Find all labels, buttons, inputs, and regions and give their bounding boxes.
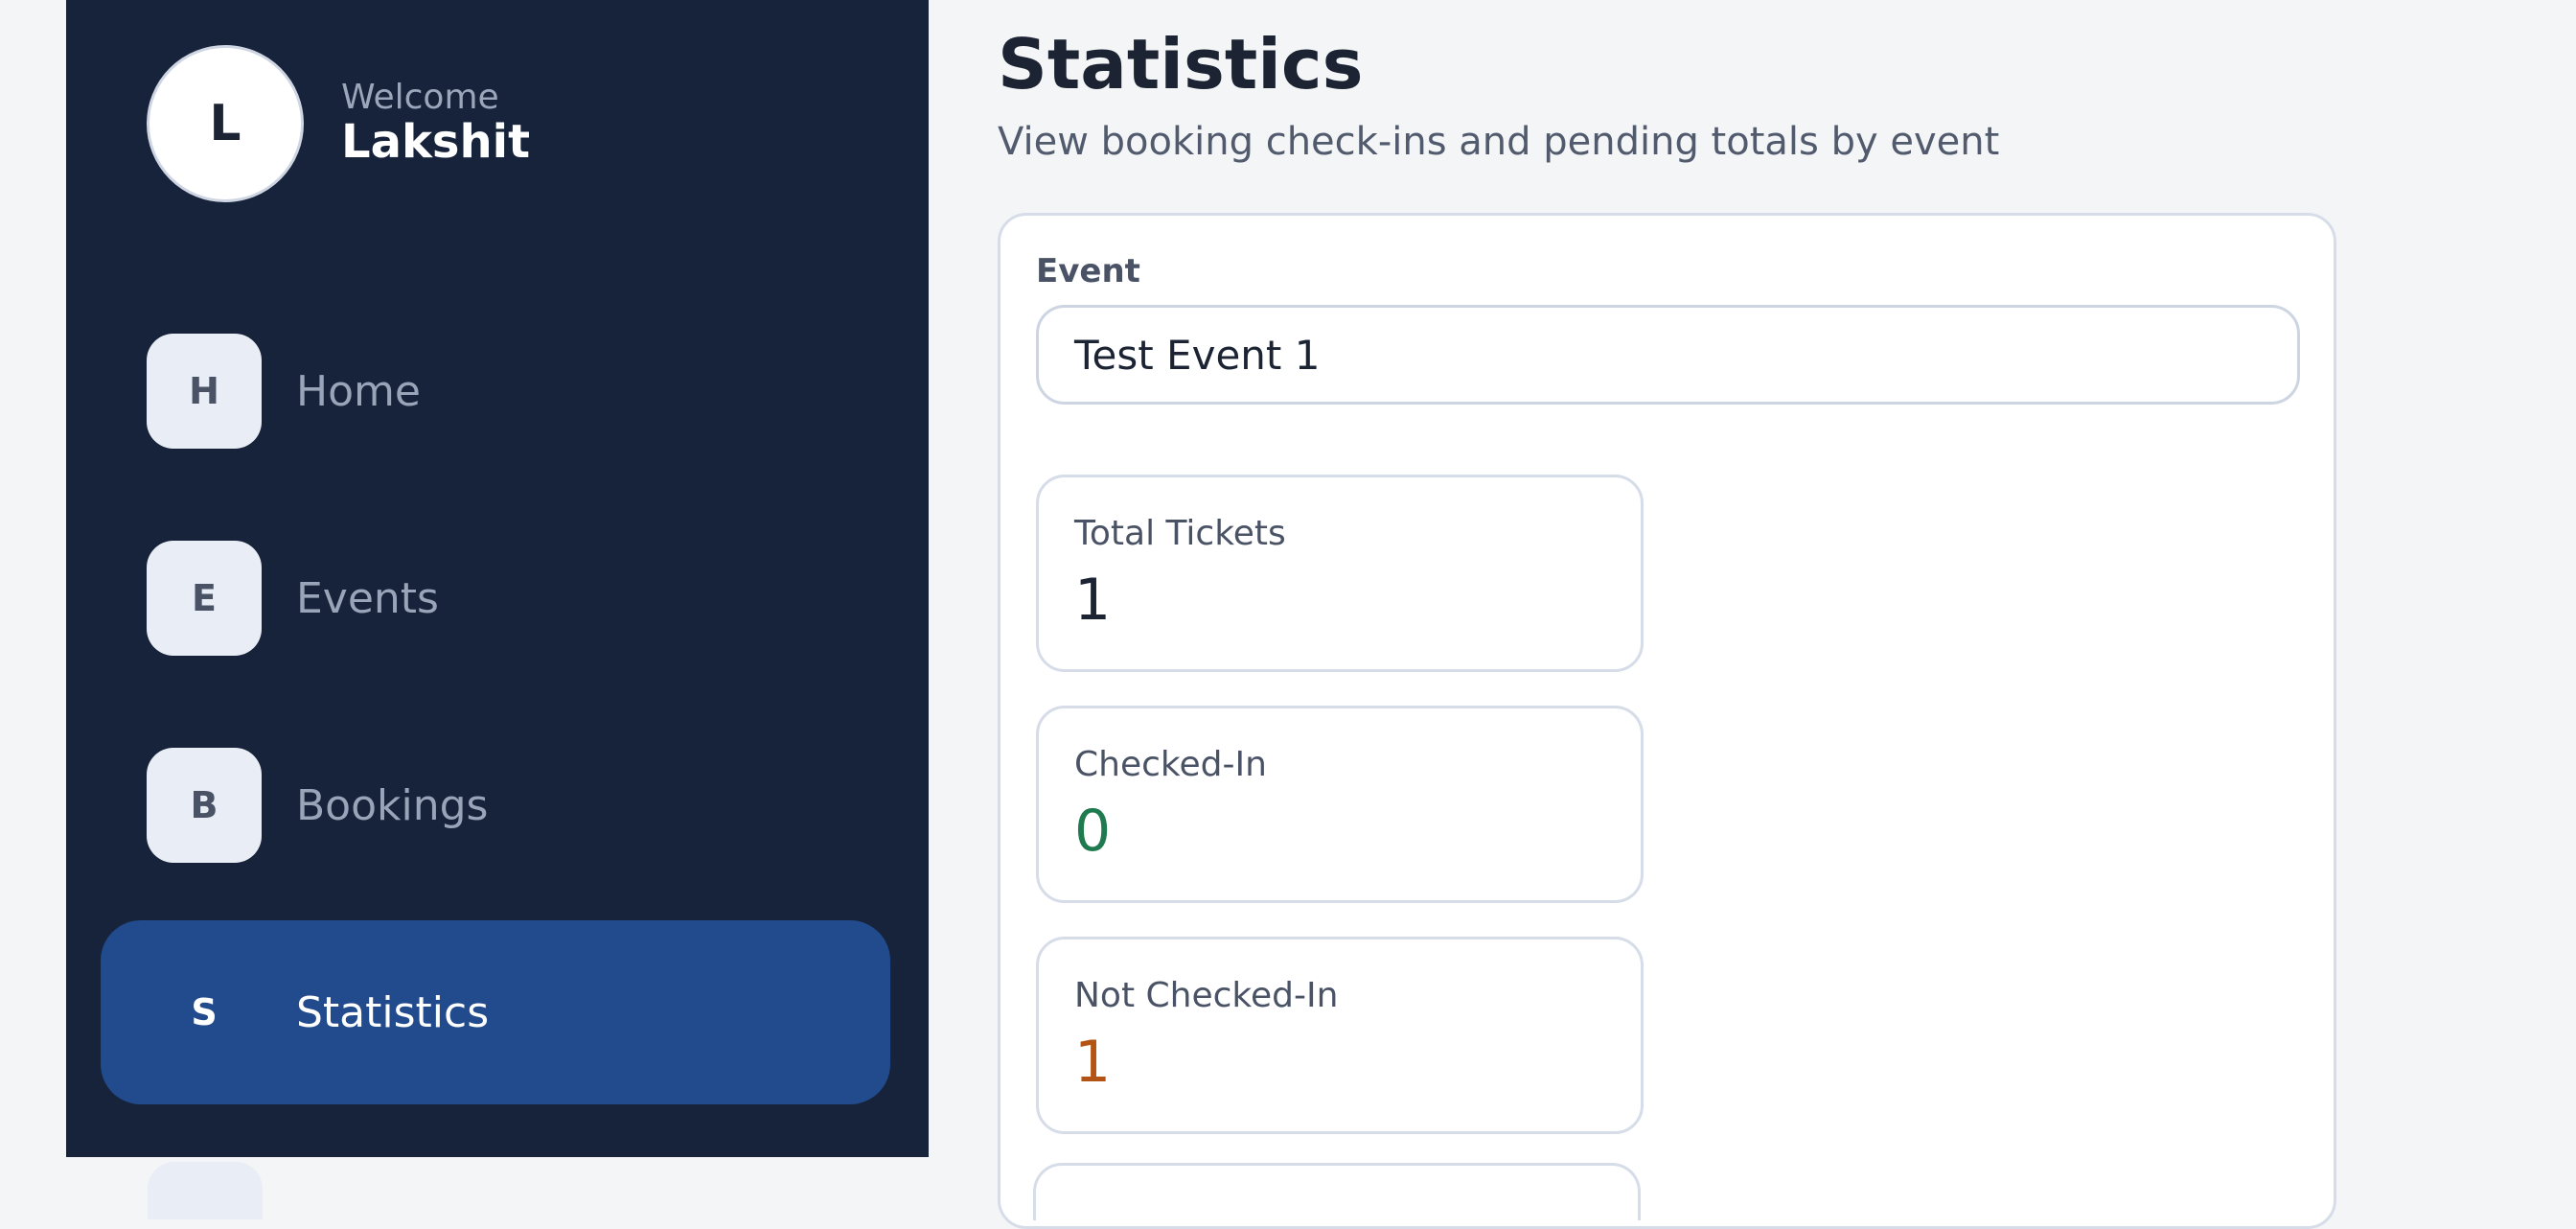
stat-label: Not Checked-In (1074, 976, 1339, 1015)
stat-label: Checked-In (1074, 745, 1267, 784)
events-icon: E (147, 541, 262, 656)
sidebar-item-bookings[interactable]: B Bookings (101, 713, 890, 897)
sidebar-item-label: Events (296, 573, 439, 623)
stat-value: 0 (1074, 798, 1112, 865)
sidebar-item-label: Statistics (296, 987, 490, 1037)
sidebar-item-partial-icon[interactable] (148, 1162, 263, 1219)
user-name: Lakshit (341, 115, 531, 170)
sidebar-item-home[interactable]: H Home (101, 299, 890, 483)
event-field-label: Event (1036, 252, 1140, 290)
profile-block: L Welcome Lakshit (147, 45, 530, 202)
stat-card-partial (1033, 1163, 1641, 1220)
page-title: Statistics (998, 24, 1364, 104)
sidebar: L Welcome Lakshit H Home E Events B Book… (66, 0, 929, 1157)
home-icon: H (147, 334, 262, 449)
welcome-block: Welcome Lakshit (341, 79, 530, 170)
stat-card-not-checked-in: Not Checked-In 1 (1036, 937, 1644, 1134)
statistics-icon: S (191, 991, 218, 1033)
stat-value: 1 (1074, 1029, 1112, 1096)
sidebar-item-events[interactable]: E Events (101, 506, 890, 690)
sidebar-item-label: Bookings (296, 780, 489, 830)
sidebar-item-statistics[interactable]: S Statistics (101, 920, 890, 1104)
stat-card-total-tickets: Total Tickets 1 (1036, 475, 1644, 672)
welcome-label: Welcome (341, 77, 499, 117)
sidebar-item-label: Home (296, 366, 421, 416)
page-subtitle: View booking check-ins and pending total… (998, 120, 2000, 164)
bookings-icon: B (147, 748, 262, 863)
stat-value: 1 (1074, 567, 1112, 634)
main-content: Statistics View booking check-ins and pe… (998, 0, 2339, 1229)
event-select[interactable]: Test Event 1 (1036, 305, 2300, 405)
avatar[interactable]: L (147, 45, 304, 202)
stat-label: Total Tickets (1074, 514, 1286, 553)
statistics-card: Event Test Event 1 Total Tickets 1 Check… (998, 213, 2336, 1229)
stat-card-checked-in: Checked-In 0 (1036, 706, 1644, 903)
